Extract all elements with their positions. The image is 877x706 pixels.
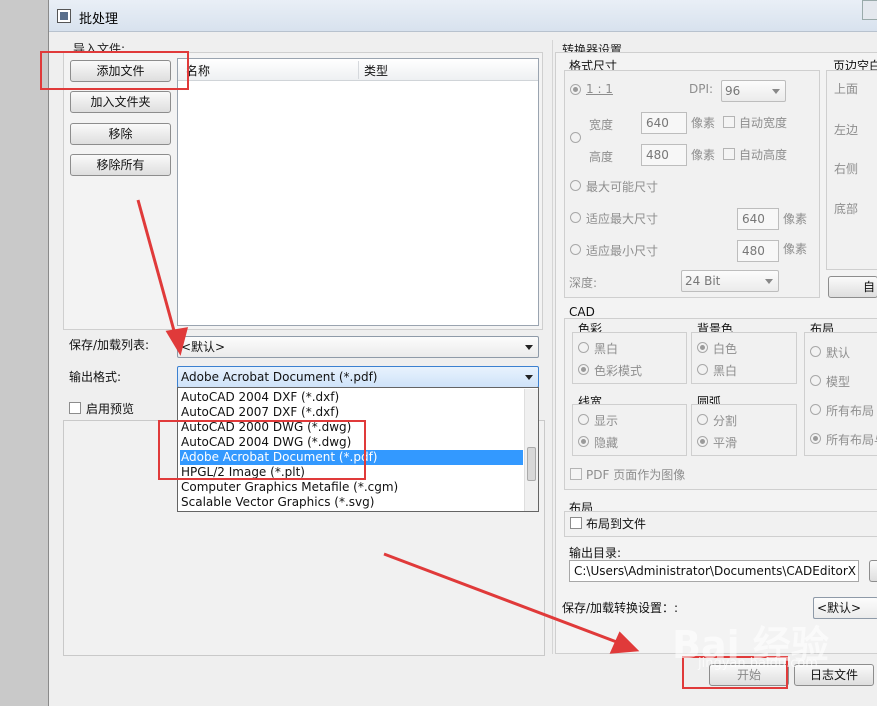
arrow-head xyxy=(609,631,640,654)
arrow-line xyxy=(383,552,623,646)
baidu-watermark-url: jingyan.baidu.com xyxy=(698,656,818,671)
annotation-arrows xyxy=(136,199,640,654)
arrow-head xyxy=(165,327,189,356)
arrow-line xyxy=(136,199,178,339)
